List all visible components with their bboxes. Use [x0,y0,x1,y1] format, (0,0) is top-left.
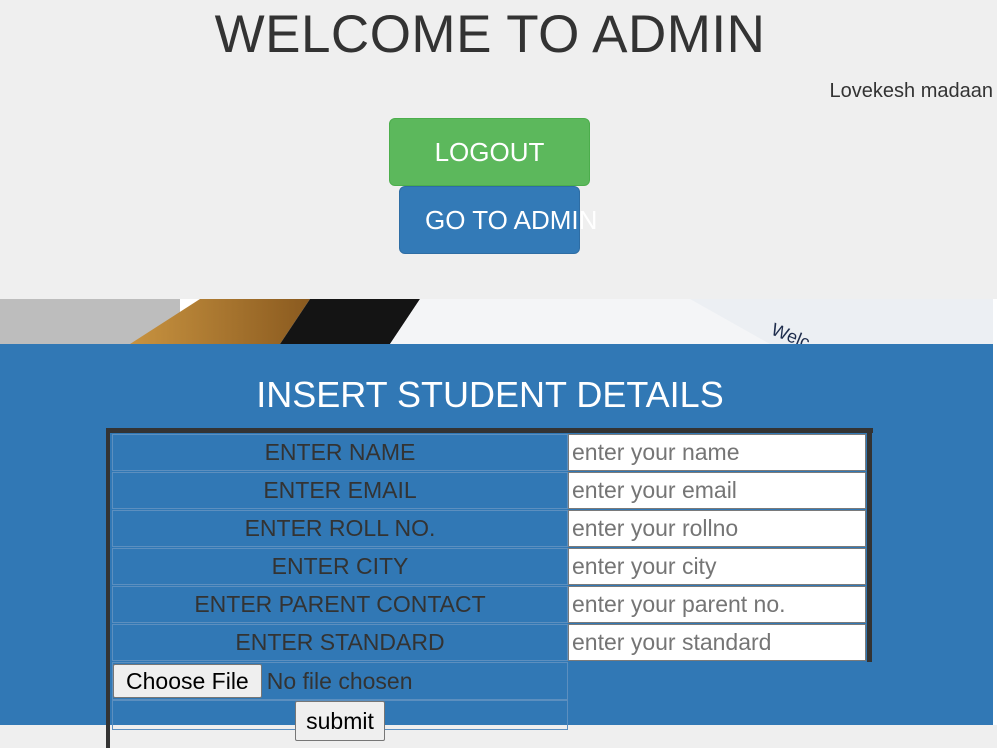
standard-input[interactable] [568,624,866,661]
parent-contact-label: ENTER PARENT CONTACT [112,586,568,623]
submit-row: submit [112,700,568,741]
name-input[interactable] [568,434,866,471]
city-label: ENTER CITY [112,548,568,585]
city-input[interactable] [568,548,866,585]
roll-no-input[interactable] [568,510,866,547]
submit-button[interactable]: submit [295,701,385,741]
form-frame-top [106,428,873,433]
insert-student-panel: INSERT STUDENT DETAILS ENTER NAME ENTER … [0,344,993,748]
name-label: ENTER NAME [112,434,568,471]
user-name: Lovekesh madaan [829,80,993,102]
form-frame-right [867,428,872,662]
go-to-admin-button[interactable]: GO TO ADMIN [399,186,597,254]
page-title: WELCOME TO ADMIN [214,5,766,64]
file-upload-row: Choose File No file chosen [112,662,568,700]
standard-label: ENTER STANDARD [112,624,568,661]
email-input[interactable] [568,472,866,509]
email-label: ENTER EMAIL [112,472,568,509]
parent-contact-input[interactable] [568,586,866,623]
form-title: INSERT STUDENT DETAILS [256,374,724,415]
roll-no-label: ENTER ROLL NO. [112,510,568,547]
panel-edge [993,299,997,725]
choose-file-button[interactable]: Choose File [113,664,262,698]
logout-button[interactable]: LOGOUT [389,118,590,186]
file-status: No file chosen [266,667,413,694]
banner-image: Welc [0,299,997,344]
